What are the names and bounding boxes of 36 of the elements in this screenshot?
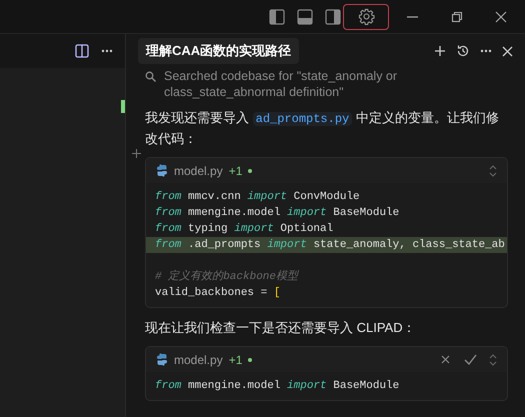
settings-button[interactable]: [343, 4, 389, 30]
code-line: from mmengine.model import BaseModule: [154, 206, 400, 221]
file-name: model.py: [174, 352, 223, 368]
close-icon[interactable]: [495, 10, 507, 22]
accept-icon[interactable]: [464, 354, 477, 365]
code-line: from mmengine.model import BaseModule: [154, 379, 400, 394]
search-result-text: Searched codebase for "state_anomaly or class_state_abnormal definition": [164, 68, 398, 100]
change-count: +1: [228, 162, 242, 180]
split-editor-icon[interactable]: [75, 44, 89, 58]
code-line: valid_backbones = [: [154, 286, 282, 301]
close-icon[interactable]: [502, 46, 513, 56]
chat-title: 理解CAA函数的实现路径: [138, 38, 300, 64]
layout-right-icon[interactable]: [325, 8, 341, 24]
python-file-icon[interactable]: [156, 164, 168, 177]
add-line-icon[interactable]: [132, 149, 141, 158]
code-line: # 定义有效的backbone模型: [154, 269, 300, 285]
code-line: from mmcv.cnn import ConvModule: [154, 190, 361, 205]
change-count: +1: [228, 352, 242, 368]
search-icon[interactable]: [145, 71, 156, 82]
expand-icon[interactable]: [489, 164, 497, 176]
restore-icon[interactable]: [451, 10, 463, 22]
layout-left-icon[interactable]: [269, 8, 285, 24]
expand-icon[interactable]: [489, 354, 497, 366]
more-icon[interactable]: [101, 49, 113, 53]
message-text: 我发现还需要导入 ad_prompts.py 中定义的变量。让我们修改代码：: [145, 109, 500, 148]
file-name: model.py: [174, 162, 223, 180]
history-icon[interactable]: [456, 44, 470, 58]
add-icon[interactable]: [434, 45, 446, 57]
settings-icon[interactable]: [358, 8, 374, 25]
message-text: 现在让我们检查一下是否还需要导入 CLIPAD：: [145, 319, 417, 337]
layout-bottom-icon[interactable]: [297, 8, 313, 24]
reject-icon[interactable]: [441, 355, 450, 364]
change-marker: [121, 100, 125, 113]
python-file-icon[interactable]: [156, 353, 168, 366]
more-icon[interactable]: [480, 49, 492, 53]
code-line: from typing import Optional: [154, 222, 334, 237]
